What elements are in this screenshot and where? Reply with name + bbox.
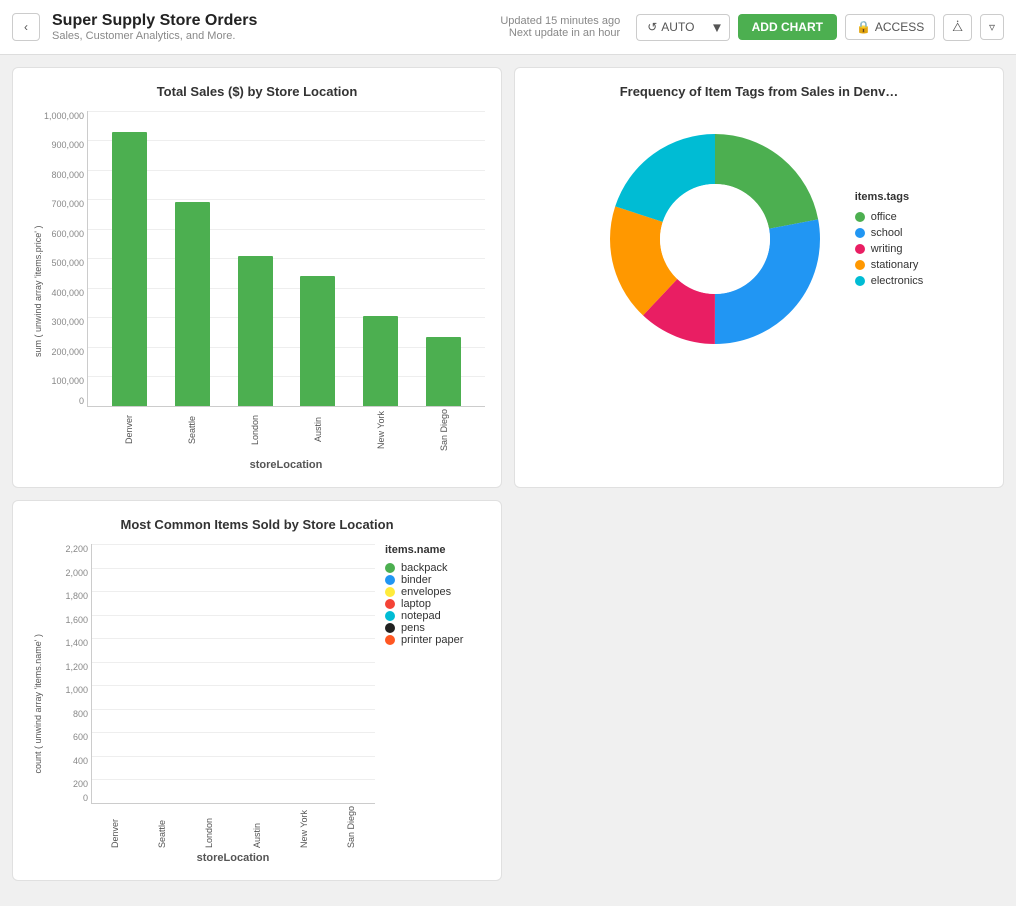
g-legend-envelopes: envelopes (385, 586, 475, 598)
app-header: ‹ Super Supply Store Orders Sales, Custo… (0, 0, 1016, 55)
auto-button-group: ↺ AUTO ▼ (636, 14, 729, 41)
app-subtitle: Sales, Customer Analytics, and More. (52, 30, 500, 42)
legend-item-writing: writing (855, 243, 924, 255)
donut-chart-title: Frequency of Item Tags from Sales in Den… (531, 84, 987, 99)
bar-chart-card: Total Sales ($) by Store Location sum ( … (12, 67, 502, 488)
access-label: ACCESS (875, 20, 924, 34)
grouped-legend: items.name backpack binder envelopes lap… (375, 544, 485, 864)
gx-label-london: London (204, 806, 214, 848)
y-axis-label: sum ( unwind array 'items.price' ) (29, 161, 47, 421)
x-label-denver: Denver (124, 409, 134, 455)
back-button[interactable]: ‹ (12, 13, 40, 41)
expand-button[interactable]: ⧊ (943, 14, 972, 41)
g-legend-backpack: backpack (385, 562, 475, 574)
legend-label-writing: writing (871, 243, 903, 255)
donut-legend: items.tags office school writing station… (855, 191, 924, 287)
auto-button[interactable]: ↺ AUTO (636, 14, 704, 41)
g-legend-printer-paper: printer paper (385, 634, 475, 646)
g-legend-pens: pens (385, 622, 475, 634)
lock-icon: 🔒 (856, 20, 871, 34)
bar-denver (112, 132, 147, 406)
app-title: Super Supply Store Orders (52, 12, 500, 30)
grouped-grid: 2,200 2,000 1,800 1,600 1,400 1,200 1,00… (91, 544, 375, 804)
legend-item-electronics: electronics (855, 275, 924, 287)
filter-button[interactable]: ▿ (980, 14, 1004, 40)
gx-label-seattle: Seattle (157, 806, 167, 848)
refresh-icon: ↺ (647, 20, 657, 34)
gx-label-denver: Denver (110, 806, 120, 848)
update-line1: Updated 15 minutes ago (500, 15, 620, 27)
x-label-austin: Austin (313, 409, 323, 455)
empty-cell (514, 500, 1004, 881)
donut-hole (660, 184, 770, 294)
bar-chart-container: sum ( unwind array 'items.price' ) 1,000… (29, 111, 485, 471)
auto-dropdown-button[interactable]: ▼ (704, 14, 729, 41)
legend-dot-writing (855, 244, 865, 254)
donut-svg (595, 119, 835, 359)
legend-dot-office (855, 212, 865, 222)
bar-chart-inner: sum ( unwind array 'items.price' ) 1,000… (29, 111, 485, 471)
grouped-y-axis-label: count ( unwind array 'items.name' ) (33, 634, 43, 774)
legend-item-office: office (855, 211, 924, 223)
update-line2: Next update in an hour (500, 27, 620, 39)
bars-row (88, 111, 485, 406)
grouped-bar-card: Most Common Items Sold by Store Location… (12, 500, 502, 881)
gx-label-sandiego: San Diego (346, 806, 356, 848)
grouped-bar-title: Most Common Items Sold by Store Location (29, 517, 485, 532)
chart-grid: 1,000,000 900,000 800,000 700,000 600,00… (87, 111, 485, 407)
bar-seattle (175, 202, 210, 406)
bar-chart-title: Total Sales ($) by Store Location (29, 84, 485, 99)
add-chart-button[interactable]: ADD CHART (738, 14, 837, 40)
bar-austin (300, 276, 335, 406)
donut-legend-title: items.tags (855, 191, 924, 203)
legend-dot-stationary (855, 260, 865, 270)
legend-item-school: school (855, 227, 924, 239)
x-label-seattle: Seattle (187, 409, 197, 455)
legend-label-school: school (871, 227, 903, 239)
legend-dot-school (855, 228, 865, 238)
update-info: Updated 15 minutes ago Next update in an… (500, 15, 620, 39)
legend-label-office: office (871, 211, 897, 223)
grouped-bar-container: count ( unwind array 'items.name' ) 2,20… (29, 544, 485, 864)
x-label-sandiego: San Diego (439, 409, 449, 455)
g-legend-laptop: laptop (385, 598, 475, 610)
dashboard: Total Sales ($) by Store Location sum ( … (0, 55, 1016, 893)
header-actions: Updated 15 minutes ago Next update in an… (500, 14, 1004, 41)
donut-container: items.tags office school writing station… (531, 119, 987, 359)
gx-label-austin: Austin (252, 806, 262, 848)
g-legend-binder: binder (385, 574, 475, 586)
grouped-bars (92, 544, 375, 803)
grouped-x-axis-label: storeLocation (91, 852, 375, 864)
bar-newyork (363, 316, 398, 406)
x-label-newyork: New York (376, 409, 386, 455)
legend-label-electronics: electronics (871, 275, 924, 287)
grouped-chart-area: 2,200 2,000 1,800 1,600 1,400 1,200 1,00… (47, 544, 375, 864)
access-button[interactable]: 🔒 ACCESS (845, 14, 935, 40)
legend-item-stationary: stationary (855, 259, 924, 271)
bar-london (238, 256, 273, 406)
x-axis-label: storeLocation (87, 459, 485, 471)
auto-label: AUTO (661, 20, 694, 34)
x-label-london: London (250, 409, 260, 455)
g-legend-notepad: notepad (385, 610, 475, 622)
bar-sandiego (426, 337, 461, 406)
legend-label-stationary: stationary (871, 259, 919, 271)
header-title-group: Super Supply Store Orders Sales, Custome… (52, 12, 500, 42)
grouped-x-labels: Denver Seattle London Austin New York Sa… (91, 806, 375, 848)
grouped-legend-title: items.name (385, 544, 475, 556)
donut-chart-card: Frequency of Item Tags from Sales in Den… (514, 67, 1004, 488)
gx-label-newyork: New York (299, 806, 309, 848)
x-labels: Denver Seattle London Austin New York Sa… (87, 409, 485, 455)
legend-dot-electronics (855, 276, 865, 286)
